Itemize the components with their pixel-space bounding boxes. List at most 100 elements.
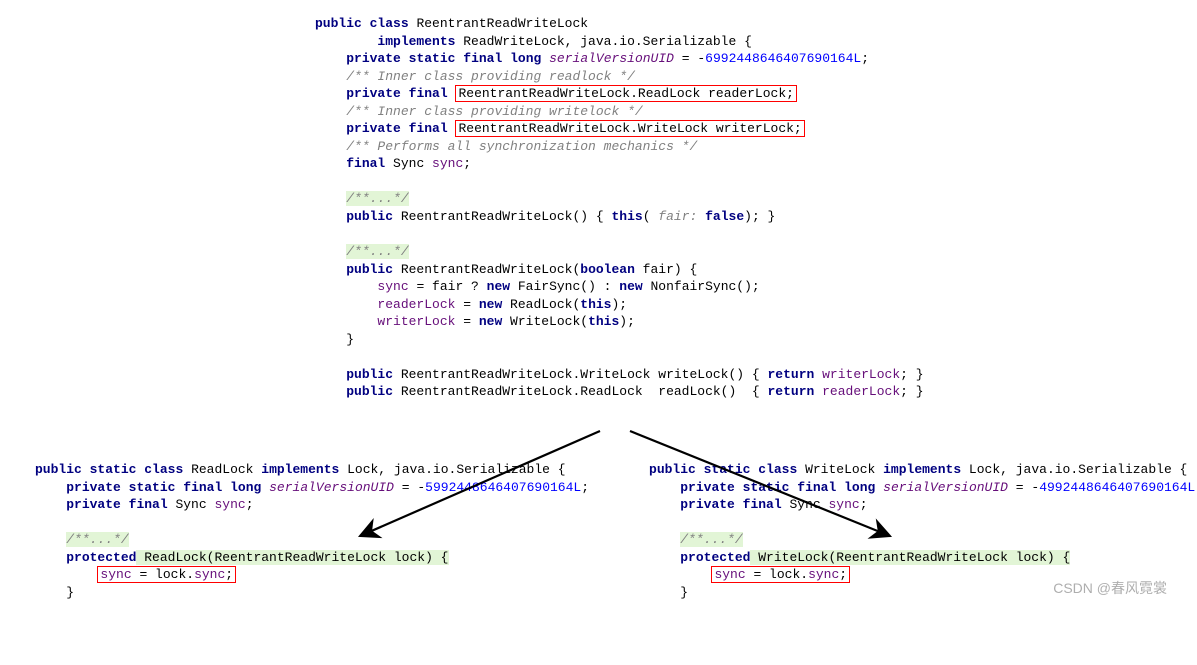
- kw-false: false: [705, 209, 744, 224]
- kw-class: class: [144, 462, 183, 477]
- kw-private: private: [346, 121, 401, 136]
- sync-var: sync: [100, 567, 131, 582]
- fairsync: FairSync() :: [510, 279, 619, 294]
- kw-new: new: [479, 314, 502, 329]
- sync-field: sync: [808, 567, 839, 582]
- ctor1-sig: ReentrantReadWriteLock(: [393, 262, 580, 277]
- comment-readlock: /** Inner class providing readlock */: [346, 69, 635, 84]
- kw-final: final: [743, 497, 782, 512]
- kw-final: final: [797, 480, 836, 495]
- kw-static: static: [743, 480, 790, 495]
- sp: [814, 367, 822, 382]
- kw-private: private: [66, 497, 121, 512]
- kw-long: long: [510, 51, 541, 66]
- kw-final: final: [409, 121, 448, 136]
- kw-new: new: [487, 279, 510, 294]
- class-name: ReentrantReadWriteLock: [409, 16, 588, 31]
- kw-public: public: [35, 462, 82, 477]
- sync-var: sync: [214, 497, 245, 512]
- collapsed-doc: /**...*/: [66, 532, 128, 547]
- watermark: CSDN @春风霓裳: [1053, 578, 1167, 598]
- end: ; }: [900, 384, 923, 399]
- kw-new: new: [619, 279, 642, 294]
- kw-this: this: [611, 209, 642, 224]
- kw-implements: implements: [261, 462, 339, 477]
- boxed-readerlock: ReentrantReadWriteLock.ReadLock readerLo…: [455, 85, 796, 102]
- sync-var: sync: [377, 279, 408, 294]
- sp: [697, 209, 705, 224]
- impl-list: Lock, java.io.Serializable {: [961, 462, 1187, 477]
- kw-implements: implements: [377, 34, 455, 49]
- writerlock-var: writerLock: [377, 314, 455, 329]
- writelock-method: ReentrantReadWriteLock.WriteLock writeLo…: [393, 367, 767, 382]
- sync-var: sync: [714, 567, 745, 582]
- sync-type: Sync: [782, 497, 829, 512]
- semi: ;: [860, 497, 868, 512]
- semi: ;: [581, 480, 589, 495]
- nonfairsync: NonfairSync();: [643, 279, 760, 294]
- kw-protected: protected: [66, 550, 136, 565]
- semi: ;: [839, 567, 847, 582]
- serial-uid: serialVersionUID: [883, 480, 1008, 495]
- open: (: [643, 209, 659, 224]
- writerlock-var: writerLock: [822, 367, 900, 382]
- sp: [814, 384, 822, 399]
- sync-var: sync: [432, 156, 463, 171]
- ctor0-sig: ReentrantReadWriteLock() {: [393, 209, 611, 224]
- kw-private: private: [680, 497, 735, 512]
- serial-uid: serialVersionUID: [269, 480, 394, 495]
- kw-this: this: [580, 297, 611, 312]
- sync-type: Sync: [385, 156, 432, 171]
- ctor-sig: WriteLock(ReentrantReadWriteLock lock) {: [750, 550, 1070, 565]
- eq: =: [674, 51, 697, 66]
- boxed-sync-assign: sync = lock.sync;: [711, 566, 850, 583]
- kw-final: final: [346, 156, 385, 171]
- comment-sync: /** Performs all synchronization mechani…: [346, 139, 697, 154]
- eq: =: [455, 297, 478, 312]
- readerlock-var: readerLock: [822, 384, 900, 399]
- sync-type: Sync: [168, 497, 215, 512]
- semi: ;: [246, 497, 254, 512]
- kw-public: public: [649, 462, 696, 477]
- kw-class: class: [758, 462, 797, 477]
- kw-public: public: [346, 262, 393, 277]
- ctor1-rest: fair) {: [635, 262, 697, 277]
- readlock-block: public static class ReadLock implements …: [35, 461, 589, 601]
- end: );: [619, 314, 635, 329]
- kw-static: static: [704, 462, 751, 477]
- kw-public: public: [346, 367, 393, 382]
- kw-private: private: [346, 51, 401, 66]
- semi: ;: [463, 156, 471, 171]
- kw-final: final: [463, 51, 502, 66]
- end: ; }: [900, 367, 923, 382]
- comment-writelock: /** Inner class providing writelock */: [346, 104, 642, 119]
- code-readlock: public static class ReadLock implements …: [35, 461, 589, 601]
- eq: =: [455, 314, 478, 329]
- kw-final: final: [409, 86, 448, 101]
- sync-field: sync: [194, 567, 225, 582]
- kw-new: new: [479, 297, 502, 312]
- kw-this: this: [588, 314, 619, 329]
- kw-public: public: [346, 384, 393, 399]
- kw-public: public: [346, 209, 393, 224]
- kw-static: static: [129, 480, 176, 495]
- sync-var: sync: [828, 497, 859, 512]
- readlock-new: ReadLock(: [502, 297, 580, 312]
- semi: ;: [225, 567, 233, 582]
- num: 4992448646407690164L: [1039, 480, 1195, 495]
- neg: -: [697, 51, 705, 66]
- kw-final: final: [183, 480, 222, 495]
- kw-final: final: [129, 497, 168, 512]
- class-name: WriteLock: [797, 462, 883, 477]
- boxed-sync-assign: sync = lock.sync;: [97, 566, 236, 583]
- eq-lock: = lock.: [132, 567, 194, 582]
- mid: = fair ?: [409, 279, 487, 294]
- kw-class: class: [370, 16, 409, 31]
- kw-boolean: boolean: [580, 262, 635, 277]
- readlock-method: ReentrantReadWriteLock.ReadLock readLock…: [393, 384, 767, 399]
- kw-private: private: [680, 480, 735, 495]
- kw-long: long: [844, 480, 875, 495]
- semi: ;: [861, 51, 869, 66]
- impl-list: Lock, java.io.Serializable {: [339, 462, 565, 477]
- readerlock-var: readerLock: [377, 297, 455, 312]
